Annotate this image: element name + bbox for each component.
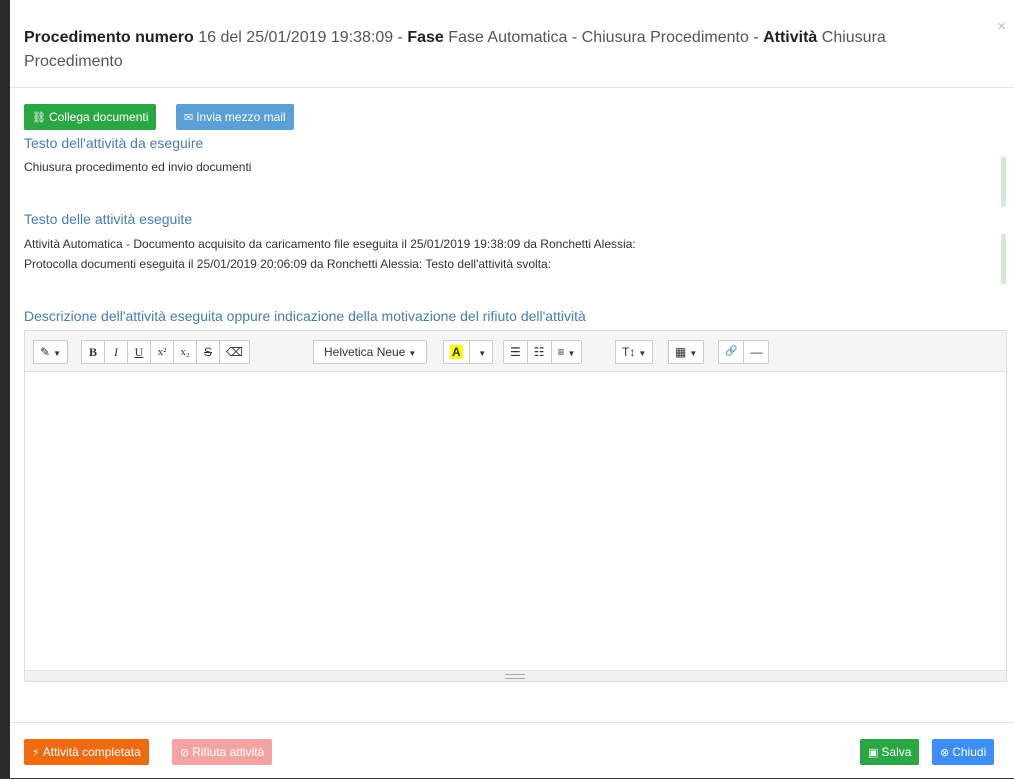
save-icon: ▣ [868,747,879,759]
phase-value: Fase Automatica - Chiusura Procedimento … [448,29,759,46]
bolt-icon: ⚡ [32,747,40,759]
close-icon[interactable]: × [997,18,1006,35]
link-icon: ⛓ [32,112,46,124]
superscript-button[interactable]: x² [150,340,174,364]
chevron-down-icon: ▼ [478,349,487,358]
font-family-value: Helvetica Neue [324,345,406,359]
text-color-icon: A [450,345,463,359]
todo-scroll-indicator [1001,157,1006,207]
save-label: Salva [881,745,912,759]
modal-header: Procedimento numero 16 del 25/01/2019 19… [10,0,1014,88]
line-height-icon: T↕ [622,345,636,359]
activity-modal: Procedimento numero 16 del 25/01/2019 19… [10,0,1014,778]
horizontal-rule-button[interactable]: — [743,340,770,364]
modal-backdrop [0,0,10,778]
complete-activity-button[interactable]: ⚡ Attività completata [24,739,149,765]
description-label: Descrizione dell'attività eseguita oppur… [24,308,586,324]
text-color-button[interactable]: A [443,340,470,364]
chevron-down-icon: ▼ [53,349,61,358]
send-mail-button[interactable]: ✉ Invia mezzo mail [176,104,294,130]
chevron-down-icon: ▼ [567,349,576,358]
table-icon: ▦ [675,345,687,359]
underline-button[interactable]: U [127,340,151,364]
style-dropdown[interactable]: ✎ ▼ [33,340,68,364]
ban-icon: ⊘ [180,747,190,759]
save-button[interactable]: ▣ Salva [860,739,920,765]
phase-label: Fase [407,29,444,46]
link-documents-button[interactable]: ⛓ Collega documenti [24,104,157,130]
link-documents-label: Collega documenti [48,110,149,124]
envelope-icon: ✉ [184,112,194,124]
grip-icon [505,674,525,679]
editor-resize-handle[interactable] [25,670,1006,681]
reject-activity-label: Rifiuta attività [192,745,265,759]
reject-activity-button[interactable]: ⊘ Rifiuta attività [172,739,273,765]
link-icon[interactable]: 🔗 [718,340,745,364]
style-icon: ✎ [40,345,51,359]
font-family-dropdown[interactable]: Helvetica Neue ▼ [313,340,428,364]
chevron-down-icon: ▼ [689,349,698,358]
paragraph-align-dropdown[interactable]: ≡ ▼ [550,340,583,364]
done-scroll-indicator [1001,234,1006,284]
eraser-icon[interactable]: ⌫ [219,340,250,364]
done-label: Testo delle attività eseguite [24,211,193,227]
subscript-button[interactable]: x₂ [173,340,197,364]
send-mail-label: Invia mezzo mail [196,110,286,124]
italic-button[interactable]: I [104,340,128,364]
procedure-number-label: Procedimento numero [24,29,194,46]
text-color-dropdown[interactable]: ▼ [468,340,493,364]
editor-toolbar: ✎ ▼ B I U x² x₂ S ⌫ Helvetica Neue ▼ A ▼ ☰… [25,331,1006,372]
strikethrough-button[interactable]: S [196,340,220,364]
chevron-down-icon: ▼ [408,349,417,358]
close-circle-icon: ⊗ [940,747,950,759]
ordered-list-button[interactable]: ☷ [526,340,552,364]
todo-text: Chiusura procedimento ed invio documenti [24,160,252,174]
activity-label: Attività [763,29,818,46]
table-dropdown[interactable]: ▦ ▼ [668,340,705,364]
close-button[interactable]: ⊗ Chiudi [932,739,995,765]
close-label: Chiudi [952,745,987,759]
complete-activity-label: Attività completata [42,745,141,759]
procedure-number-value: 16 del 25/01/2019 19:38:09 - [198,29,403,46]
chevron-down-icon: ▼ [638,349,647,358]
done-text-line-2: Protocolla documenti eseguita il 25/01/2… [24,257,552,271]
unordered-list-button[interactable]: ☰ [503,340,528,364]
modal-title: Procedimento numero 16 del 25/01/2019 19… [24,26,964,74]
todo-label: Testo dell'attività da eseguire [24,135,204,151]
editor-content-area[interactable] [25,372,1006,671]
align-icon: ≡ [557,345,565,359]
bold-button[interactable]: B [81,340,105,364]
done-text-line-1: Attività Automatica - Documento acquisit… [24,237,636,251]
line-height-dropdown[interactable]: T↕ ▼ [615,340,654,364]
rich-text-editor: ✎ ▼ B I U x² x₂ S ⌫ Helvetica Neue ▼ A ▼ ☰… [24,330,1007,682]
